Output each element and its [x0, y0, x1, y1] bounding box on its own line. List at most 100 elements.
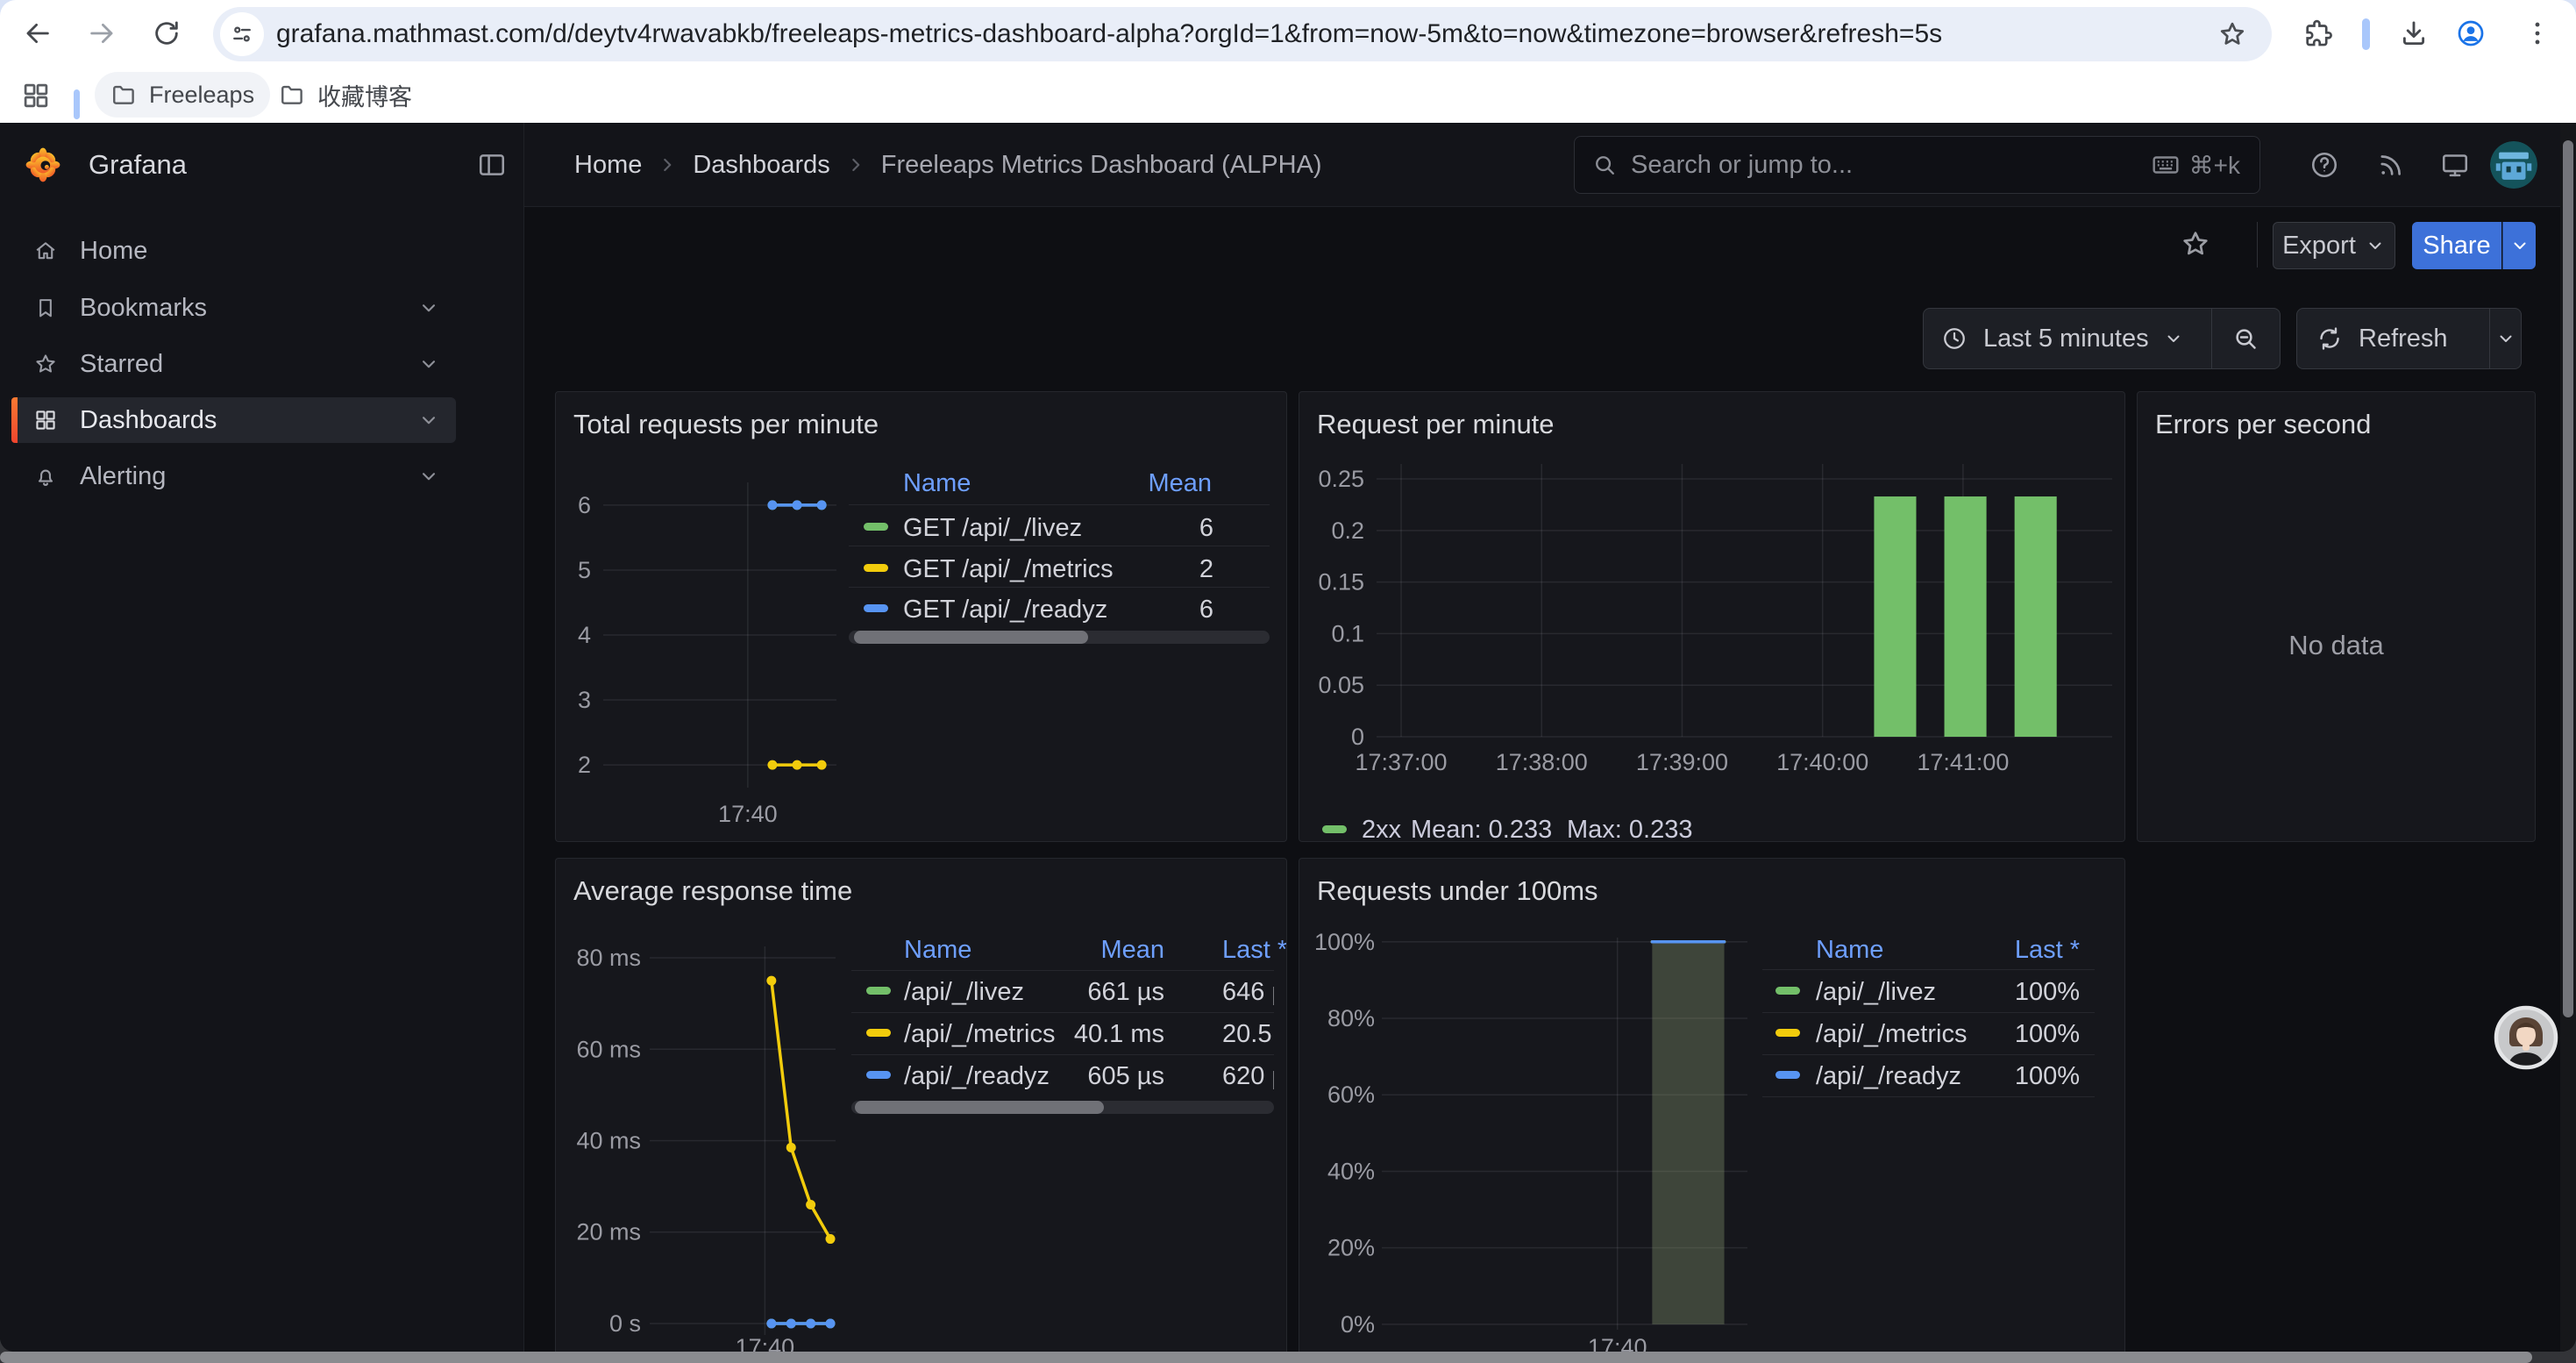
folder-icon: [279, 82, 305, 108]
svg-text:17:40:00: 17:40:00: [1776, 749, 1868, 775]
legend-header-mean[interactable]: Mean: [1077, 936, 1164, 965]
breadcrumb-dashboards[interactable]: Dashboards: [693, 151, 829, 180]
series-color-dash[interactable]: [1322, 825, 1347, 833]
star-icon: [33, 352, 58, 376]
bookmark-folder-blogs[interactable]: 收藏博客: [263, 72, 428, 118]
apps-button[interactable]: [21, 81, 51, 111]
breadcrumb-home[interactable]: Home: [574, 151, 642, 180]
svg-text:0 s: 0 s: [609, 1310, 641, 1337]
legend-mean-value: 40.1 ms: [989, 1020, 1164, 1049]
floating-assistant-avatar[interactable]: [2494, 1005, 2558, 1070]
legend-last-value: 620 µs: [1222, 1062, 1274, 1091]
legend-series-name[interactable]: 2xx: [1362, 816, 1401, 842]
vertical-scrollbar[interactable]: [2560, 123, 2576, 1352]
legend-scrollbar[interactable]: [851, 1101, 1274, 1114]
forward-button[interactable]: [77, 9, 126, 58]
panel-average-response-time: Average response time 0 s20 ms40 ms60 ms…: [555, 858, 1287, 1352]
sidebar: Grafana Home Bookmarks Starred: [0, 123, 524, 1352]
legend-header-last[interactable]: Last *: [1222, 936, 1287, 965]
sidebar-toggle-button[interactable]: [477, 150, 507, 180]
grafana-main: Home Dashboards Freeleaps Metrics Dashbo…: [524, 123, 2576, 1352]
svg-text:0.05: 0.05: [1318, 672, 1364, 698]
refresh-button[interactable]: Refresh: [2296, 308, 2522, 369]
series-color-dash[interactable]: [864, 564, 888, 572]
search-input[interactable]: Search or jump to... ⌘+k: [1574, 136, 2260, 194]
svg-text:3: 3: [578, 687, 591, 713]
grafana-logo: [25, 147, 60, 182]
browser-toolbar: grafana.mathmast.com/d/deytv4rwavabkb/fr…: [0, 0, 2576, 123]
horizontal-scrollbar[interactable]: [0, 1352, 2576, 1363]
sidebar-item-label: Home: [80, 237, 147, 266]
sidebar-item-label: Starred: [80, 350, 163, 379]
zoom-out-icon[interactable]: [2232, 325, 2259, 352]
address-bar[interactable]: grafana.mathmast.com/d/deytv4rwavabkb/fr…: [213, 7, 2272, 61]
bell-icon: [33, 464, 58, 489]
reload-button[interactable]: [142, 9, 191, 58]
breadcrumb-current: Freeleaps Metrics Dashboard (ALPHA): [881, 151, 1322, 180]
vertical-scrollbar-thumb[interactable]: [2563, 140, 2573, 1017]
dashboards-grid-icon: [33, 408, 58, 432]
series-color-dash[interactable]: [866, 987, 891, 995]
legend-header-last[interactable]: Last *: [1992, 936, 2080, 965]
extensions-button[interactable]: [2294, 9, 2343, 58]
sidebar-item-home[interactable]: Home: [11, 228, 456, 274]
news-button[interactable]: [2376, 150, 2406, 180]
user-avatar[interactable]: [2490, 141, 2537, 189]
sidebar-item-label: Dashboards: [80, 406, 217, 435]
chevron-down-icon: [417, 353, 440, 375]
time-range-picker[interactable]: Last 5 minutes: [1923, 308, 2281, 369]
legend-header-name[interactable]: Name: [904, 936, 971, 965]
legend-series-value: 2: [1038, 555, 1213, 584]
grafana-header: Home Dashboards Freeleaps Metrics Dashbo…: [524, 123, 2576, 207]
series-color-dash[interactable]: [866, 1071, 891, 1079]
profile-button[interactable]: [2446, 9, 2495, 58]
refresh-label: Refresh: [2359, 325, 2448, 353]
legend-mean-value: 661 µs: [989, 978, 1164, 1007]
help-button[interactable]: [2309, 150, 2339, 180]
legend-last-value: 100%: [1904, 1062, 2080, 1091]
chevron-down-icon[interactable]: [2495, 328, 2516, 349]
sidebar-item-starred[interactable]: Starred: [11, 341, 456, 387]
series-color-dash[interactable]: [866, 1029, 891, 1037]
series-color-dash[interactable]: [864, 604, 888, 612]
legend-header-name[interactable]: Name: [903, 469, 971, 498]
series-color-dash[interactable]: [864, 523, 888, 531]
series-color-dash[interactable]: [1775, 987, 1800, 995]
sidebar-item-alerting[interactable]: Alerting: [11, 453, 456, 499]
legend-series-value: 6: [1038, 596, 1213, 624]
bookmark-star-button[interactable]: [2217, 19, 2247, 49]
series-color-dash[interactable]: [1775, 1071, 1800, 1079]
sidebar-item-bookmarks[interactable]: Bookmarks: [11, 285, 456, 331]
site-info-icon: [230, 22, 254, 46]
svg-text:17:37:00: 17:37:00: [1355, 749, 1447, 775]
legend-mean-stat: Mean: 0.233: [1411, 816, 1552, 842]
site-info-button[interactable]: [220, 12, 264, 56]
legend-last-value: 100%: [1904, 1020, 2080, 1049]
legend-scrollbar[interactable]: [849, 631, 1270, 644]
chevron-down-icon: [2509, 235, 2530, 256]
svg-text:17:39:00: 17:39:00: [1636, 749, 1728, 775]
user-avatar-image: [2490, 141, 2537, 189]
sidebar-item-dashboards[interactable]: Dashboards: [11, 397, 456, 443]
favorite-star-button[interactable]: [2180, 228, 2211, 260]
panel-total-requests-per-minute: Total requests per minute 2345617:40 Nam…: [555, 391, 1287, 842]
svg-text:2: 2: [578, 752, 591, 778]
keyboard-icon: [2151, 150, 2181, 180]
bookmark-folder-freeleaps[interactable]: Freeleaps: [95, 72, 270, 118]
display-button[interactable]: [2440, 150, 2470, 180]
legend-header-mean[interactable]: Mean: [1148, 469, 1212, 498]
export-button[interactable]: Export: [2273, 222, 2395, 269]
legend-header-name[interactable]: Name: [1816, 936, 1883, 965]
share-menu-button[interactable]: [2502, 222, 2536, 269]
panel-requests-under-100ms: Requests under 100ms 0%20%40%60%80%100%1…: [1299, 858, 2125, 1352]
chevron-down-icon: [2163, 328, 2184, 349]
downloads-button[interactable]: [2389, 9, 2438, 58]
horizontal-scrollbar-thumb[interactable]: [0, 1352, 2532, 1363]
extensions-puzzle-icon: [2303, 18, 2333, 48]
back-button[interactable]: [13, 9, 62, 58]
series-color-dash[interactable]: [1775, 1029, 1800, 1037]
screen: grafana.mathmast.com/d/deytv4rwavabkb/fr…: [0, 0, 2576, 1363]
share-button[interactable]: Share: [2412, 222, 2501, 269]
help-icon: [2309, 150, 2339, 180]
browser-menu-button[interactable]: [2513, 9, 2562, 58]
